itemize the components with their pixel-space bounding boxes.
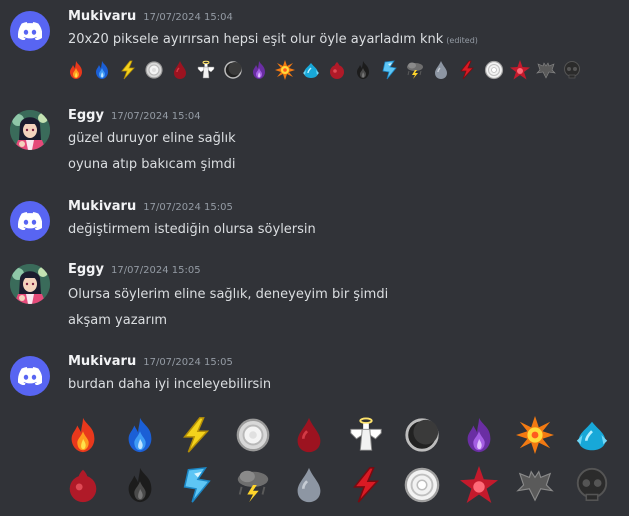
disc-icon[interactable] xyxy=(144,60,164,80)
discord-logo-icon xyxy=(18,367,42,385)
angel-icon[interactable] xyxy=(347,416,385,454)
grey-drop-icon[interactable] xyxy=(290,466,328,504)
lightning-icon[interactable] xyxy=(118,60,138,80)
author-name[interactable]: Eggy xyxy=(68,108,104,123)
emoji-row xyxy=(64,416,629,458)
red-star-icon[interactable] xyxy=(460,466,498,504)
purple-fire-icon[interactable] xyxy=(249,60,269,80)
moon-icon[interactable] xyxy=(403,416,441,454)
lightning-icon[interactable] xyxy=(177,416,215,454)
message-line: oyuna atıp bakıcam şimdi xyxy=(68,157,236,172)
avatar[interactable] xyxy=(10,201,50,241)
angel-icon[interactable] xyxy=(196,60,216,80)
disc-icon[interactable] xyxy=(234,416,272,454)
edited-label: (edited) xyxy=(446,36,478,45)
author-name[interactable]: Mukivaru xyxy=(68,354,136,369)
timestamp[interactable]: 17/07/2024 15:05 xyxy=(143,357,233,368)
message-header: Eggy 17/07/2024 15:04 xyxy=(68,108,201,128)
emoji-strip xyxy=(66,60,588,80)
avatar[interactable] xyxy=(10,356,50,396)
bat-icon[interactable] xyxy=(536,60,556,80)
emoji-grid xyxy=(64,416,629,516)
dark-fire-icon[interactable] xyxy=(353,60,373,80)
timestamp[interactable]: 17/07/2024 15:04 xyxy=(111,111,201,122)
ice-icon[interactable] xyxy=(177,466,215,504)
water-icon[interactable] xyxy=(301,60,321,80)
storm-cloud-icon[interactable] xyxy=(405,60,425,80)
timestamp[interactable]: 17/07/2024 15:05 xyxy=(143,202,233,213)
blue-fire-icon[interactable] xyxy=(92,60,112,80)
explosion-icon[interactable] xyxy=(516,416,554,454)
red-star-icon[interactable] xyxy=(510,60,530,80)
red-drop-icon[interactable] xyxy=(327,60,347,80)
ice-icon[interactable] xyxy=(379,60,399,80)
author-name[interactable]: Mukivaru xyxy=(68,9,136,24)
blood-drop-icon[interactable] xyxy=(170,60,190,80)
grey-drop-icon[interactable] xyxy=(431,60,451,80)
message-header: Mukivaru 17/07/2024 15:05 xyxy=(68,199,233,219)
message-header: Mukivaru 17/07/2024 15:04 xyxy=(68,9,233,29)
moon-icon[interactable] xyxy=(223,60,243,80)
storm-cloud-icon[interactable] xyxy=(234,466,272,504)
avatar[interactable] xyxy=(10,264,50,304)
emoji-row xyxy=(64,466,629,508)
fire-icon[interactable] xyxy=(64,416,102,454)
message-line: burdan daha iyi inceleyebilirsin xyxy=(68,377,272,392)
message-line: güzel duruyor eline sağlık xyxy=(68,131,236,146)
author-name[interactable]: Mukivaru xyxy=(68,199,136,214)
avatar[interactable] xyxy=(10,110,50,150)
message-text: 20x20 piksele ayırırsan hepsi eşit olur … xyxy=(68,32,478,47)
explosion-icon[interactable] xyxy=(275,60,295,80)
purple-fire-icon[interactable] xyxy=(460,416,498,454)
dark-fire-icon[interactable] xyxy=(121,466,159,504)
fire-icon[interactable] xyxy=(66,60,86,80)
white-disc-icon[interactable] xyxy=(403,466,441,504)
timestamp[interactable]: 17/07/2024 15:04 xyxy=(143,12,233,23)
blood-drop-icon[interactable] xyxy=(290,416,328,454)
white-disc-icon[interactable] xyxy=(484,60,504,80)
message-line: Olursa söylerim eline sağlık, deneyeyim … xyxy=(68,287,389,302)
water-icon[interactable] xyxy=(573,416,611,454)
red-lightning-icon[interactable] xyxy=(347,466,385,504)
avatar[interactable] xyxy=(10,11,50,51)
dark-skull-icon[interactable] xyxy=(573,466,611,504)
dark-skull-icon[interactable] xyxy=(562,60,582,80)
message-header: Eggy 17/07/2024 15:05 xyxy=(68,262,201,282)
red-drop-icon[interactable] xyxy=(64,466,102,504)
message-line: değiştirmem istediğin olursa söylersin xyxy=(68,222,316,237)
red-lightning-icon[interactable] xyxy=(457,60,477,80)
author-name[interactable]: Eggy xyxy=(68,262,104,277)
blue-fire-icon[interactable] xyxy=(121,416,159,454)
anime-character-avatar-icon xyxy=(10,110,50,150)
message-header: Mukivaru 17/07/2024 15:05 xyxy=(68,354,233,374)
discord-logo-icon xyxy=(18,212,42,230)
anime-character-avatar-icon xyxy=(10,264,50,304)
message-line: akşam yazarım xyxy=(68,313,168,328)
message-line: 20x20 piksele ayırırsan hepsi eşit olur … xyxy=(68,32,444,47)
discord-logo-icon xyxy=(18,22,42,40)
bat-icon[interactable] xyxy=(516,466,554,504)
timestamp[interactable]: 17/07/2024 15:05 xyxy=(111,265,201,276)
